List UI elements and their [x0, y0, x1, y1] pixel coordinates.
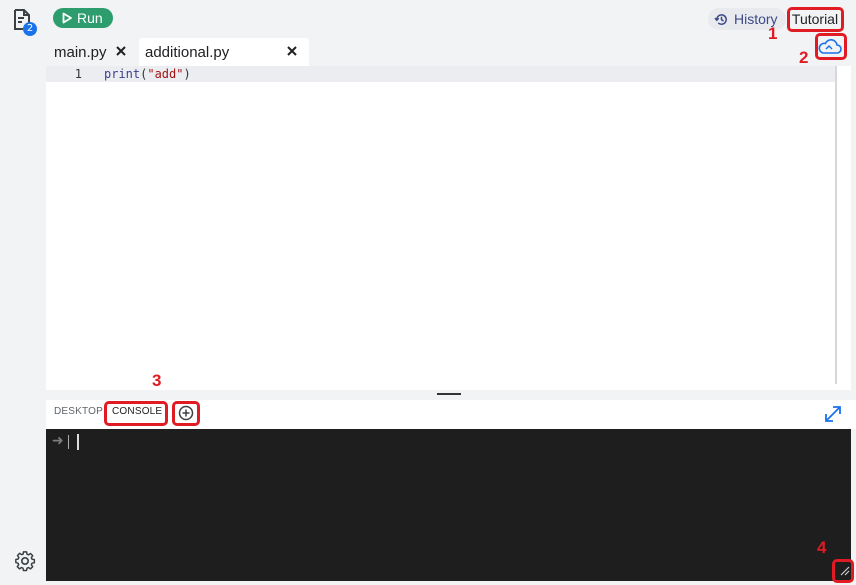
annotation-box-3b [172, 401, 200, 426]
expand-console-button[interactable] [822, 403, 844, 425]
files-count-badge: 2 [23, 22, 37, 36]
file-tabs: main.py additional.py [46, 38, 806, 66]
tab-main-py[interactable]: main.py [46, 38, 138, 66]
prompt-arrow: ➜ [52, 433, 64, 449]
console-terminal[interactable]: ➜ [46, 429, 851, 581]
tab-label: main.py [54, 43, 107, 61]
text-cursor [77, 434, 79, 450]
code-line: print("add") [104, 67, 191, 81]
top-toolbar: Run History Tutorial [46, 0, 856, 38]
annotation-label-2: 2 [799, 48, 809, 67]
code-string: "add" [147, 67, 184, 81]
files-button[interactable]: 2 [12, 8, 38, 36]
annotation-box-2 [815, 33, 847, 60]
close-icon[interactable] [114, 44, 128, 58]
tab-additional-py[interactable]: additional.py [139, 38, 309, 66]
play-icon [62, 12, 72, 24]
active-line: 1 print("add") [46, 66, 836, 82]
annotation-box-1 [787, 7, 844, 32]
line-number: 1 [74, 67, 82, 81]
annotation-box-4 [832, 559, 854, 583]
run-label: Run [77, 10, 103, 26]
code-paren-close: ) [183, 67, 191, 81]
left-sidebar: 2 [0, 0, 46, 585]
history-icon [714, 13, 727, 25]
run-button[interactable]: Run [53, 8, 113, 28]
splitter-handle[interactable] [437, 393, 461, 395]
tab-desktop[interactable]: DESKTOP [54, 406, 103, 417]
expand-icon [825, 406, 841, 422]
close-icon[interactable] [285, 44, 299, 58]
editor-scrollbar[interactable] [835, 66, 837, 384]
tab-label: additional.py [145, 43, 230, 61]
annotation-label-3: 3 [152, 371, 162, 390]
annotation-label-1: 1 [768, 24, 778, 43]
panel-splitter[interactable] [46, 390, 856, 400]
gear-icon [15, 551, 36, 572]
code-editor[interactable]: 1 print("add") [46, 66, 851, 390]
input-divider [68, 435, 69, 449]
annotation-box-3a [104, 401, 168, 426]
annotation-label-4: 4 [817, 538, 827, 557]
code-function: print [104, 67, 141, 81]
settings-button[interactable] [14, 550, 36, 572]
